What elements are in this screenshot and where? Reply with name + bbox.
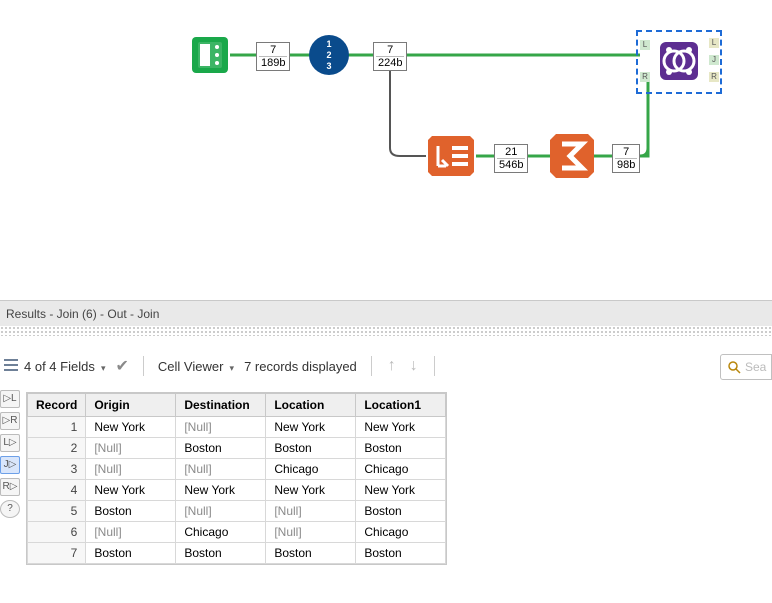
search-input[interactable]: Sea xyxy=(720,354,772,380)
cell[interactable]: Boston xyxy=(176,543,266,564)
tool-crosstab[interactable] xyxy=(550,134,594,181)
cell[interactable]: Chicago xyxy=(266,459,356,480)
join-out-L[interactable]: L xyxy=(709,38,719,48)
nav-down-icon[interactable]: ↓ xyxy=(408,357,420,375)
cell[interactable]: Chicago xyxy=(176,522,266,543)
cell[interactable]: 2 xyxy=(28,438,86,459)
cell[interactable]: [Null] xyxy=(266,522,356,543)
tool-join[interactable] xyxy=(656,38,702,87)
cell[interactable]: Boston xyxy=(86,501,176,522)
results-drag-handle[interactable] xyxy=(0,326,772,336)
cell[interactable]: Chicago xyxy=(356,459,446,480)
cell[interactable]: 6 xyxy=(28,522,86,543)
svg-text:3: 3 xyxy=(326,61,331,71)
cell[interactable]: Boston xyxy=(266,543,356,564)
nav-up-icon[interactable]: ↑ xyxy=(386,357,398,375)
join-in-R[interactable]: R xyxy=(640,72,650,82)
svg-text:1: 1 xyxy=(326,39,331,49)
anchor-out-L[interactable]: L▷ xyxy=(0,434,20,452)
cell[interactable]: New York xyxy=(176,480,266,501)
anno-after-crosstab: 7 98b xyxy=(612,144,640,173)
results-title: Results - Join (6) - Out - Join xyxy=(6,307,159,321)
cell[interactable]: Boston xyxy=(266,438,356,459)
anno-input: 7 189b xyxy=(256,42,290,71)
anno-summarize: 21 546b xyxy=(494,144,528,173)
anchor-in-L[interactable]: ▷L xyxy=(0,390,20,408)
anchor-out-J[interactable]: J▷ xyxy=(0,456,20,474)
cell[interactable]: [Null] xyxy=(266,501,356,522)
cell[interactable]: 4 xyxy=(28,480,86,501)
join-in-L[interactable]: L xyxy=(640,40,650,50)
col-record[interactable]: Record xyxy=(28,394,86,417)
table-row[interactable]: 6[Null]Chicago[Null]Chicago xyxy=(28,522,446,543)
records-displayed-label: 7 records displayed xyxy=(244,359,357,374)
cell[interactable]: New York xyxy=(86,480,176,501)
join-out-R[interactable]: R xyxy=(709,72,719,82)
workflow-canvas[interactable]: 7 189b 1 2 3 7 224b 21 546b xyxy=(0,0,772,290)
col-destination[interactable]: Destination xyxy=(176,394,266,417)
results-header: Results - Join (6) - Out - Join xyxy=(0,300,772,326)
cell[interactable]: Boston xyxy=(356,438,446,459)
cell[interactable]: [Null] xyxy=(86,438,176,459)
table-row[interactable]: 7BostonBostonBostonBoston xyxy=(28,543,446,564)
cell[interactable]: New York xyxy=(266,417,356,438)
cell[interactable]: Boston xyxy=(176,438,266,459)
cell[interactable]: 5 xyxy=(28,501,86,522)
col-location[interactable]: Location xyxy=(266,394,356,417)
fields-dropdown[interactable]: 4 of 4 Fields ▾ xyxy=(24,359,105,374)
tool-input-data[interactable] xyxy=(190,35,230,78)
join-out-J[interactable]: J xyxy=(709,55,719,65)
anno-after-recordid: 7 224b xyxy=(373,42,407,71)
cell[interactable]: [Null] xyxy=(176,459,266,480)
table-row[interactable]: 3[Null][Null]ChicagoChicago xyxy=(28,459,446,480)
cell[interactable]: New York xyxy=(86,417,176,438)
cell[interactable]: [Null] xyxy=(86,522,176,543)
help-button[interactable]: ? xyxy=(0,500,20,518)
cell-viewer-dropdown[interactable]: Cell Viewer ▾ xyxy=(158,359,234,374)
table-row[interactable]: 1New York[Null]New YorkNew York xyxy=(28,417,446,438)
cell[interactable]: Chicago xyxy=(356,522,446,543)
cell[interactable]: [Null] xyxy=(176,417,266,438)
tool-summarize[interactable] xyxy=(428,136,474,179)
cell[interactable]: New York xyxy=(266,480,356,501)
anchor-in-R[interactable]: ▷R xyxy=(0,412,20,430)
cell[interactable]: [Null] xyxy=(86,459,176,480)
cell[interactable]: New York xyxy=(356,417,446,438)
tool-record-id[interactable]: 1 2 3 xyxy=(307,33,351,80)
col-origin[interactable]: Origin xyxy=(86,394,176,417)
cell[interactable]: Boston xyxy=(356,501,446,522)
cell[interactable]: 1 xyxy=(28,417,86,438)
cell[interactable]: [Null] xyxy=(176,501,266,522)
cell[interactable]: New York xyxy=(356,480,446,501)
cell[interactable]: 7 xyxy=(28,543,86,564)
cell[interactable]: Boston xyxy=(356,543,446,564)
anchor-button-strip: ▷L ▷R L▷ J▷ R▷ ? xyxy=(0,390,22,518)
search-icon xyxy=(727,360,741,374)
fields-check-icon[interactable]: ✔ xyxy=(115,356,128,376)
table-row[interactable]: 2[Null]BostonBostonBoston xyxy=(28,438,446,459)
results-toolbar: 4 of 4 Fields ▾ ✔ Cell Viewer ▾ 7 record… xyxy=(24,356,439,376)
cell[interactable]: Boston xyxy=(86,543,176,564)
table-row[interactable]: 4New YorkNew YorkNew YorkNew York xyxy=(28,480,446,501)
results-table[interactable]: Record Origin Destination Location Locat… xyxy=(26,392,447,565)
cell[interactable]: 3 xyxy=(28,459,86,480)
table-row[interactable]: 5Boston[Null][Null]Boston xyxy=(28,501,446,522)
list-icon[interactable] xyxy=(2,356,20,377)
svg-text:2: 2 xyxy=(326,50,331,60)
col-location1[interactable]: Location1 xyxy=(356,394,446,417)
anchor-out-R[interactable]: R▷ xyxy=(0,478,20,496)
